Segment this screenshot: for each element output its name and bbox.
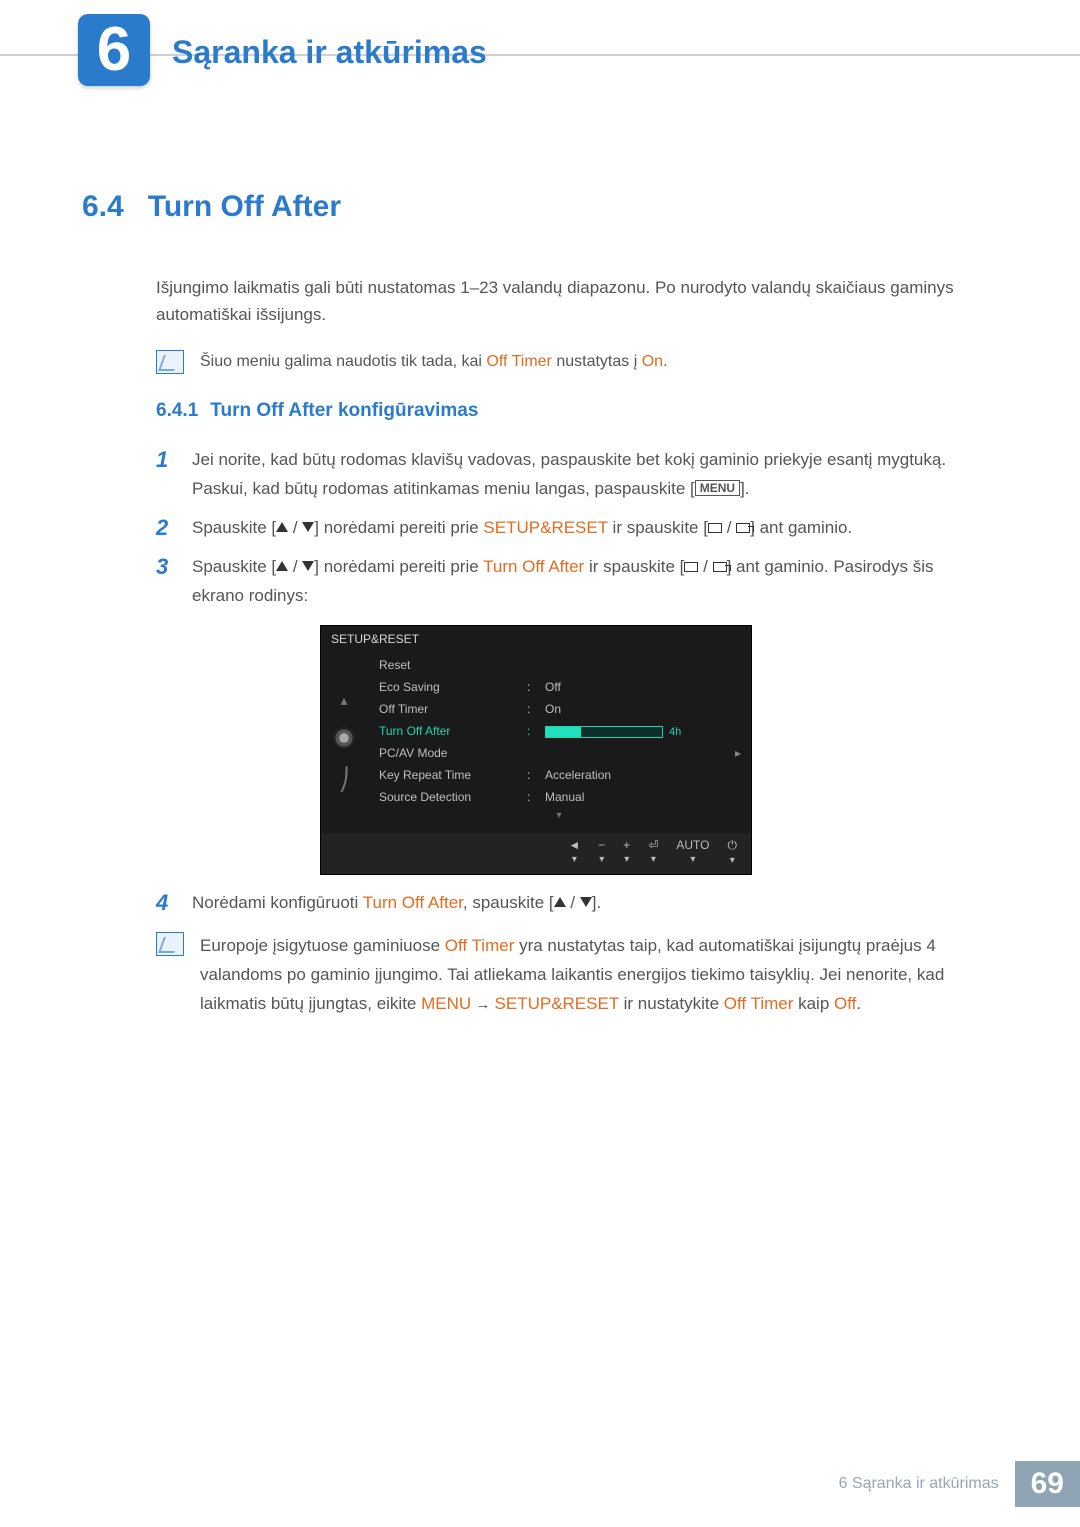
osd-footer: ◄▾ −▾ +▾ ⏎▾ AUTO▾ ⏻▾: [321, 833, 751, 874]
step-text: Spauskite [ / ] norėdami pereiti prie Tu…: [192, 553, 990, 611]
step-text: Spauskite [ / ] norėdami pereiti prie SE…: [192, 514, 990, 543]
steps-list-cont: 4 Norėdami konfigūruoti Turn Off After, …: [156, 889, 990, 918]
down-arrow-icon: [302, 522, 314, 532]
up-arrow-icon: [276, 522, 288, 532]
down-arrow-icon: [302, 561, 314, 571]
off-label: Off: [834, 994, 856, 1013]
osd-row-key-repeat: Key Repeat Time:Acceleration: [367, 764, 751, 786]
off-timer-label: Off Timer: [724, 994, 794, 1013]
osd-sidebar: ▴ ⎠: [321, 652, 367, 833]
osd-row-eco-saving: Eco Saving:Off: [367, 676, 751, 698]
osd-row-turn-off-after: Turn Off After: 4h: [367, 720, 751, 742]
enter-icon: [736, 523, 750, 533]
footer-text: 6 Sąranka ir atkūrimas: [839, 1475, 999, 1493]
header-divider: [0, 54, 1080, 56]
up-arrow-icon: [554, 897, 566, 907]
step-4: 4 Norėdami konfigūruoti Turn Off After, …: [156, 889, 990, 918]
osd-down-indicator: ▾: [367, 808, 751, 823]
osd-menu: Reset Eco Saving:Off Off Timer:On Turn O…: [367, 652, 751, 833]
osd-up-indicator: ▴: [340, 692, 347, 709]
chapter-number-badge: 6: [78, 14, 150, 86]
step-2: 2 Spauskite [ / ] norėdami pereiti prie …: [156, 514, 990, 543]
menu-label: MENU: [421, 994, 471, 1013]
subsection-number: 6.4.1: [156, 400, 198, 421]
setup-reset-label: SETUP&RESET: [495, 994, 619, 1013]
osd-slider-value: 4h: [669, 726, 681, 738]
off-timer-label: Off Timer: [486, 353, 552, 370]
chapter-title: Sąranka ir atkūrimas: [172, 34, 487, 71]
page-footer: 6 Sąranka ir atkūrimas 69: [839, 1461, 1080, 1507]
osd-row-source-detection: Source Detection:Manual: [367, 786, 751, 808]
step-number: 3: [156, 553, 174, 611]
step-text: Norėdami konfigūruoti Turn Off After, sp…: [192, 889, 990, 918]
osd-row-reset: Reset: [367, 654, 751, 676]
page-header: 6 Sąranka ir atkūrimas: [0, 0, 1080, 100]
turn-off-after-label: Turn Off After: [363, 893, 463, 912]
osd-slider: [545, 726, 663, 738]
section-number: 6.4: [82, 190, 124, 223]
page-content: 6.4 Turn Off After Išjungimo laikmatis ga…: [0, 100, 1080, 1018]
note-text: Europoje įsigytuose gaminiuose Off Timer…: [200, 932, 990, 1019]
arrow-right-icon: →: [471, 996, 494, 1013]
osd-title: SETUP&RESET: [321, 626, 751, 652]
precondition-note: Šiuo meniu galima naudotis tik tada, kai…: [156, 350, 990, 374]
osd-screenshot: SETUP&RESET ▴ ⎠ Reset Eco Saving:Off Off…: [320, 625, 752, 875]
up-arrow-icon: [276, 561, 288, 571]
menu-button-label: MENU: [695, 480, 740, 496]
step-number: 2: [156, 514, 174, 543]
osd-footer-minus: −▾: [598, 838, 605, 866]
osd-footer-plus: +▾: [623, 838, 630, 866]
osd-footer-enter: ⏎▾: [648, 838, 658, 866]
osd-footer-auto: AUTO▾: [676, 838, 709, 866]
turn-off-after-label: Turn Off After: [483, 557, 584, 576]
note-icon: [156, 932, 184, 956]
off-timer-label: Off Timer: [445, 936, 515, 955]
page-number: 69: [1015, 1461, 1080, 1507]
step-text: Jei norite, kad būtų rodomas klavišų vad…: [192, 446, 990, 504]
source-icon: [684, 562, 698, 572]
down-arrow-icon: [580, 897, 592, 907]
eu-note: Europoje įsigytuose gaminiuose Off Timer…: [156, 932, 990, 1019]
osd-row-off-timer: Off Timer:On: [367, 698, 751, 720]
section-title: Turn Off After: [148, 190, 341, 223]
step-number: 1: [156, 446, 174, 504]
step-1: 1 Jei norite, kad būtų rodomas klavišų v…: [156, 446, 990, 504]
osd-footer-power: ⏻▾: [728, 838, 738, 866]
note-text: Šiuo meniu galima naudotis tik tada, kai…: [200, 350, 668, 374]
subsection-title: Turn Off After konfigūravimas: [210, 400, 478, 421]
section-heading: 6.4 Turn Off After: [82, 190, 990, 224]
osd-row-pcav-mode: PC/AV Mode: [367, 742, 751, 764]
enter-icon: [713, 562, 727, 572]
on-label: On: [642, 353, 663, 370]
setup-reset-label: SETUP&RESET: [483, 518, 607, 537]
steps-list: 1 Jei norite, kad būtų rodomas klavišų v…: [156, 446, 990, 610]
subsection-heading: 6.4.1 Turn Off After konfigūravimas: [156, 400, 990, 422]
section-intro: Išjungimo laikmatis gali būti nustatomas…: [156, 274, 990, 328]
step-3: 3 Spauskite [ / ] norėdami pereiti prie …: [156, 553, 990, 611]
source-icon: [708, 523, 722, 533]
gear-icon: [333, 727, 355, 749]
osd-brace: ⎠: [339, 767, 350, 793]
note-icon: [156, 350, 184, 374]
osd-footer-back: ◄▾: [568, 838, 580, 866]
step-number: 4: [156, 889, 174, 918]
